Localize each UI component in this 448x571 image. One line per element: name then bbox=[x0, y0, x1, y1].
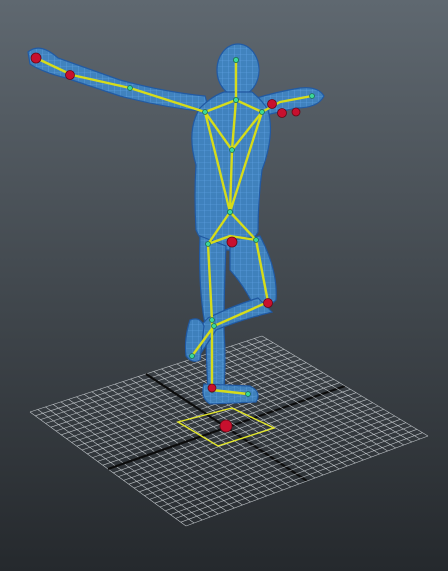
ik-handle-left-ankle[interactable] bbox=[207, 383, 217, 393]
joint-right-ankle[interactable] bbox=[211, 323, 217, 329]
joint-left-toe[interactable] bbox=[245, 391, 251, 397]
ik-handle-left-wrist[interactable] bbox=[65, 70, 75, 80]
joint-left-shoulder[interactable] bbox=[202, 109, 208, 115]
joint-left-hip[interactable] bbox=[205, 241, 211, 247]
joint-spine[interactable] bbox=[229, 147, 235, 153]
maya-3d-viewport[interactable] bbox=[0, 0, 448, 571]
joint-right-toe[interactable] bbox=[189, 353, 195, 359]
ik-handle-left-hand[interactable] bbox=[30, 52, 42, 64]
joint-hips[interactable] bbox=[226, 208, 233, 215]
joint-neck[interactable] bbox=[232, 97, 239, 104]
mesh-head[interactable] bbox=[216, 43, 260, 97]
ik-handle-right-hand-c[interactable] bbox=[291, 107, 301, 117]
joint-right-hip[interactable] bbox=[253, 237, 259, 243]
joint-left-knee[interactable] bbox=[209, 317, 215, 323]
viewport-canvas[interactable] bbox=[0, 0, 448, 571]
ik-handle-right-hand-a[interactable] bbox=[267, 99, 277, 109]
joint-left-elbow[interactable] bbox=[127, 85, 133, 91]
ik-handle-right-knee[interactable] bbox=[263, 298, 273, 308]
ik-handle-hips[interactable] bbox=[226, 236, 238, 248]
ik-handle-root[interactable] bbox=[219, 419, 233, 433]
joint-right-shoulder[interactable] bbox=[259, 109, 265, 115]
ik-handle-right-hand-b[interactable] bbox=[277, 108, 287, 118]
joint-head[interactable] bbox=[232, 57, 239, 64]
joint-right-hand[interactable] bbox=[309, 93, 315, 99]
